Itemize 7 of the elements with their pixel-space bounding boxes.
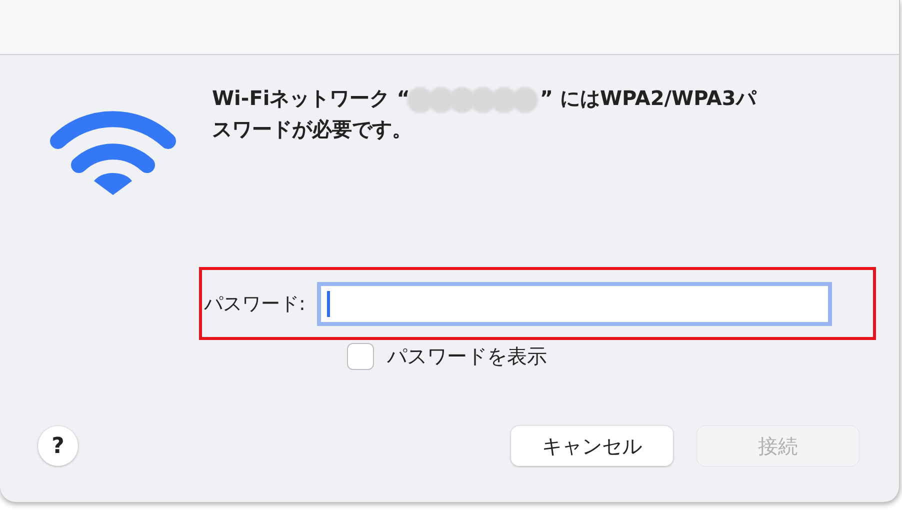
checkbox[interactable] <box>347 343 374 370</box>
password-field[interactable] <box>317 282 832 326</box>
cancel-button[interactable]: キャンセル <box>511 426 673 466</box>
message-text: Wi-Fiネットワーク “ ” にはWPA2/WPA3パスワードが必要です。 <box>212 85 758 143</box>
help-button[interactable]: ? <box>38 426 78 466</box>
password-label: パスワード: <box>204 292 306 316</box>
checkbox-label: パスワードを表示 <box>387 343 547 370</box>
